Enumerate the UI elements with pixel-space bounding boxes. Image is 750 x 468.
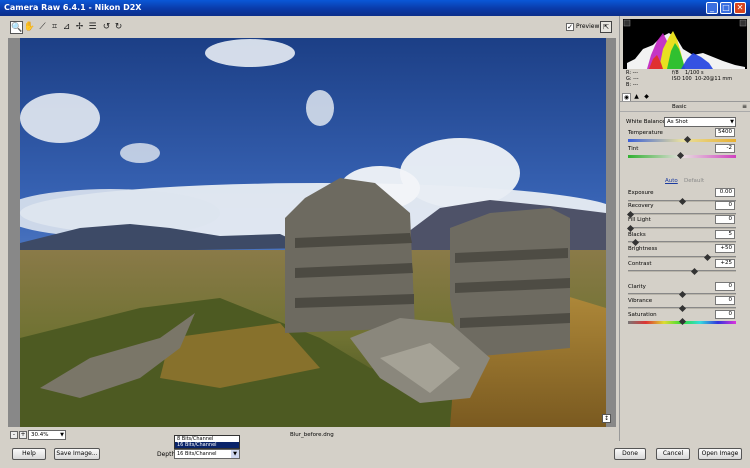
- contrast-field[interactable]: +25: [715, 259, 735, 268]
- zoom-bar: - + 30.4% ▼ Blur_before.dng: [8, 429, 616, 441]
- file-name: Blur_before.dng: [290, 432, 334, 438]
- chevron-down-icon: ▼: [730, 119, 734, 125]
- help-button[interactable]: Help: [12, 448, 46, 460]
- tint-field[interactable]: -2: [715, 144, 735, 153]
- b-value: ---: [632, 82, 639, 88]
- window-title: Camera Raw 6.4.1 - Nikon D2X: [4, 3, 142, 12]
- clarity-field[interactable]: 0: [715, 282, 735, 291]
- recovery-label: Recovery: [628, 203, 654, 209]
- blacks-field[interactable]: 5: [715, 230, 735, 239]
- image-preview-area[interactable]: [8, 38, 616, 427]
- fill-light-thumb[interactable]: [626, 224, 635, 233]
- tint-label: Tint: [628, 146, 639, 152]
- fill-light-field[interactable]: 0: [715, 215, 735, 224]
- toggle-button[interactable]: ↕: [602, 414, 611, 423]
- tab-tone-curve-icon[interactable]: ▲: [632, 93, 641, 101]
- vibrance-label: Vibrance: [628, 298, 653, 304]
- tab-detail-icon[interactable]: ◆: [642, 93, 651, 101]
- zoom-icon[interactable]: 🔍: [10, 21, 23, 34]
- spot-removal-icon[interactable]: ✢: [73, 21, 86, 34]
- fill-light-slider[interactable]: [626, 224, 736, 233]
- depth-dropdown-menu: 8 Bits/Channel 16 Bits/Channel: [174, 435, 240, 449]
- preview-label: Preview: [576, 23, 600, 30]
- rotate-right-icon[interactable]: ↻: [112, 21, 125, 34]
- vibrance-field[interactable]: 0: [715, 296, 735, 305]
- clarity-label: Clarity: [628, 284, 646, 290]
- vibrance-slider[interactable]: [628, 304, 736, 313]
- recovery-field[interactable]: 0: [715, 201, 735, 210]
- iso: ISO 100: [672, 76, 692, 82]
- brightness-field[interactable]: +50: [715, 244, 735, 253]
- preview-checkbox[interactable]: ✓: [566, 23, 574, 31]
- bottom-bar: Help Save Image... Depth: 16 Bits/Channe…: [0, 441, 750, 468]
- zoom-in-button[interactable]: +: [19, 431, 27, 439]
- list-icon[interactable]: ☰: [86, 21, 99, 34]
- temperature-slider[interactable]: [628, 135, 736, 144]
- blacks-slider[interactable]: [628, 238, 736, 247]
- temperature-field[interactable]: 5400: [715, 128, 735, 137]
- default-link[interactable]: Default: [684, 178, 704, 184]
- white-balance-select[interactable]: As Shot ▼: [664, 117, 736, 127]
- close-button[interactable]: ✕: [734, 2, 746, 14]
- straighten-icon[interactable]: ⊿: [60, 21, 73, 34]
- exposure-label: Exposure: [628, 190, 654, 196]
- brightness-slider[interactable]: [628, 253, 736, 262]
- saturation-thumb[interactable]: [678, 317, 686, 326]
- fullscreen-icon[interactable]: ⇱: [600, 21, 612, 33]
- saturation-field[interactable]: 0: [715, 310, 735, 319]
- clarity-thumb[interactable]: [678, 290, 686, 299]
- brightness-label: Brightness: [628, 246, 658, 252]
- panel-tabs: ◉ ▲ ◆: [620, 92, 750, 102]
- settings-panel: R: --- G: --- B: --- f/8 1/100 s ISO 100…: [619, 16, 750, 441]
- camera-raw-window: Camera Raw 6.4.1 - Nikon D2X _ □ ✕ 🔍 ✋ ⟋…: [0, 0, 750, 468]
- open-image-button[interactable]: Open Image: [698, 448, 742, 460]
- hand-icon[interactable]: ✋: [23, 21, 36, 34]
- blacks-label: Blacks: [628, 232, 646, 238]
- depth-option-16bit[interactable]: 16 Bits/Channel: [175, 442, 239, 448]
- exposure-thumb[interactable]: [678, 197, 686, 206]
- panel-menu-icon[interactable]: ≡: [742, 103, 747, 110]
- vibrance-thumb[interactable]: [678, 304, 686, 313]
- saturation-label: Saturation: [628, 312, 657, 318]
- blacks-thumb[interactable]: [632, 238, 640, 247]
- temperature-thumb[interactable]: [683, 135, 691, 144]
- contrast-thumb[interactable]: [690, 267, 698, 276]
- pixel-info: R: --- G: --- B: --- f/8 1/100 s ISO 100…: [626, 70, 732, 88]
- white-balance-value: As Shot: [667, 119, 688, 125]
- lens: 10-20@11 mm: [694, 76, 733, 82]
- fill-light-label: Fill Light: [628, 217, 651, 223]
- maximize-button[interactable]: □: [720, 2, 732, 14]
- contrast-slider[interactable]: [628, 267, 736, 276]
- saturation-slider[interactable]: [628, 317, 736, 326]
- tint-slider[interactable]: [628, 151, 736, 160]
- zoom-select[interactable]: 30.4% ▼: [28, 430, 66, 440]
- brightness-thumb[interactable]: [704, 253, 712, 262]
- save-image-button[interactable]: Save Image...: [54, 448, 100, 460]
- tab-basic-icon[interactable]: ◉: [622, 93, 631, 101]
- depth-value: 16 Bits/Channel: [177, 451, 217, 457]
- chevron-down-icon: ▼: [60, 432, 64, 438]
- tint-thumb[interactable]: [677, 151, 685, 160]
- temperature-label: Temperature: [628, 130, 663, 136]
- zoom-value: 30.4%: [31, 432, 49, 438]
- depth-select[interactable]: 16 Bits/Channel ▼: [174, 449, 240, 459]
- section-header: Basic ≡: [620, 102, 750, 112]
- contrast-label: Contrast: [628, 261, 652, 267]
- zoom-out-button[interactable]: -: [10, 431, 18, 439]
- b-label: B:: [626, 82, 632, 88]
- photo-preview[interactable]: [20, 38, 606, 427]
- histogram: [623, 19, 747, 69]
- done-button[interactable]: Done: [614, 448, 646, 460]
- white-balance-label: White Balance:: [626, 119, 668, 125]
- minimize-button[interactable]: _: [706, 2, 718, 14]
- cancel-button[interactable]: Cancel: [656, 448, 690, 460]
- section-title: Basic: [672, 104, 687, 110]
- exposure-field[interactable]: 0.00: [715, 188, 735, 197]
- exif-info: f/8 1/100 s ISO 100 10-20@11 mm: [672, 70, 750, 82]
- chevron-down-icon: ▼: [231, 450, 239, 458]
- clarity-slider[interactable]: [628, 290, 736, 299]
- title-bar[interactable]: Camera Raw 6.4.1 - Nikon D2X _ □ ✕: [0, 0, 750, 16]
- auto-link[interactable]: Auto: [665, 178, 678, 184]
